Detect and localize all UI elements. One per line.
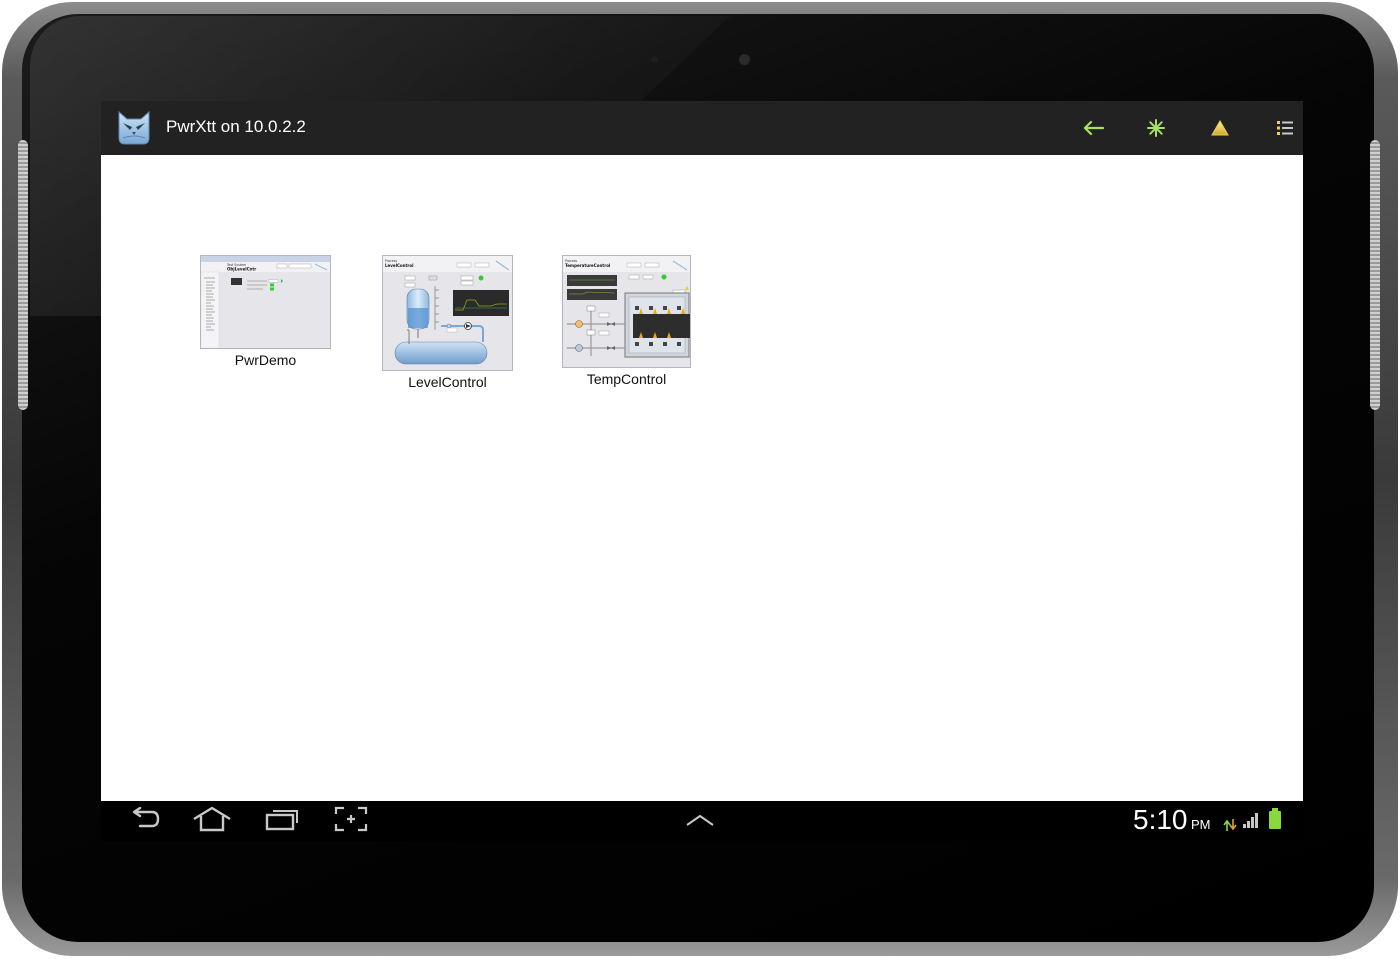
screenshot-icon [334,806,368,836]
thumb-header-bottom: LevelControl [385,263,414,268]
graph-thumbnail: Process LevelControl [382,255,513,371]
back-arrow-button[interactable] [1075,111,1111,145]
data-transfer-icon [1223,817,1237,836]
clock-ampm: PM [1191,817,1211,832]
graph-label: LevelControl [408,374,487,390]
battery-icon [1268,808,1282,834]
graph-label: PwrDemo [234,352,297,368]
list-icon [1276,120,1294,136]
alarm-button[interactable] [1202,111,1238,145]
graph-label: TempControl [586,371,667,387]
owl-icon[interactable] [115,108,153,146]
back-icon [130,806,160,835]
left-side-buttons [18,140,28,410]
action-bar: PwrXtt on 10.0.2.2 [101,101,1303,155]
screen: PwrXtt on 10.0.2.2 Test System ObjLevelC… [101,101,1303,841]
nav-expand-button[interactable] [680,805,720,837]
alarm-triangle-icon [1211,120,1229,136]
system-bar: 5:10 PM [101,801,1303,841]
graph-list: Test System ObjLevelCntr PwrDemo Process… [101,155,1303,801]
front-camera [739,54,750,65]
nav-screenshot-button[interactable] [331,805,371,837]
graph-thumbnail: Process TemperatureControl [562,255,691,368]
chevron-up-icon [685,812,715,831]
graph-item-tempcontrol[interactable]: Process TemperatureControl TempControl [562,255,691,387]
thumb-header-bottom: ObjLevelCntr [227,267,256,272]
light-sensor [651,56,658,63]
star-icon [1147,119,1165,137]
right-side-buttons [1370,140,1380,410]
clock-time[interactable]: 5:10 [1133,804,1188,836]
star-button[interactable] [1138,111,1174,145]
list-button[interactable] [1267,111,1303,145]
nav-back-button[interactable] [125,805,165,837]
nav-recent-apps-button[interactable] [262,805,302,837]
nav-home-button[interactable] [192,805,232,837]
home-icon [192,806,232,836]
thumb-header-bottom: TemperatureControl [565,263,611,268]
graph-item-levelcontrol[interactable]: Process LevelControl LevelControl [382,255,513,390]
back-arrow-icon [1082,120,1104,136]
graph-thumbnail: Test System ObjLevelCntr [200,255,331,349]
graph-item-pwrdemo[interactable]: Test System ObjLevelCntr PwrDemo [200,255,331,368]
app-title: PwrXtt on 10.0.2.2 [166,117,306,136]
recent-apps-icon [265,807,299,835]
signal-icon [1242,811,1260,833]
